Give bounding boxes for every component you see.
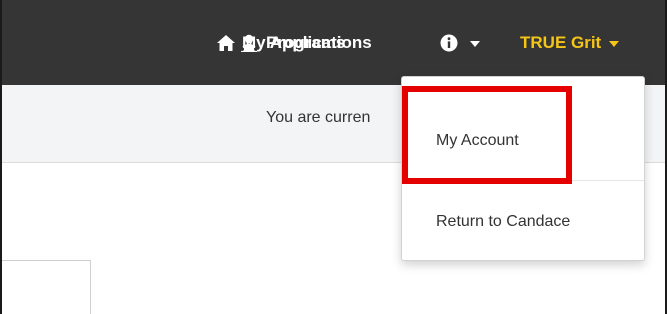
user-menu-label: TRUE Grit: [520, 33, 602, 52]
menu-item-label: My Account: [436, 132, 519, 149]
nav-my-applications-label: My Applications: [242, 33, 372, 52]
chevron-down-icon: [470, 41, 480, 47]
user-menu-toggle[interactable]: TRUE Grit: [520, 30, 620, 56]
nav-my-applications[interactable]: My Applications: [216, 30, 372, 56]
content-panel: [2, 260, 91, 314]
info-icon: [440, 34, 458, 52]
top-navbar: Programs My Applications TRUE Grit: [2, 0, 665, 85]
app-frame: Programs My Applications TRUE Grit You a…: [0, 0, 667, 314]
notice-text: You are curren: [266, 109, 371, 126]
home-icon: [216, 34, 236, 52]
menu-divider: [402, 180, 644, 181]
menu-item-label: Return to Candace: [436, 213, 571, 230]
menu-item-my-account[interactable]: My Account: [402, 117, 644, 165]
user-dropdown-menu: My Account Return to Candace: [401, 76, 645, 261]
chevron-down-icon: [609, 41, 620, 47]
menu-item-return-to-candace[interactable]: Return to Candace: [402, 198, 644, 246]
info-dropdown-toggle[interactable]: [440, 30, 480, 56]
